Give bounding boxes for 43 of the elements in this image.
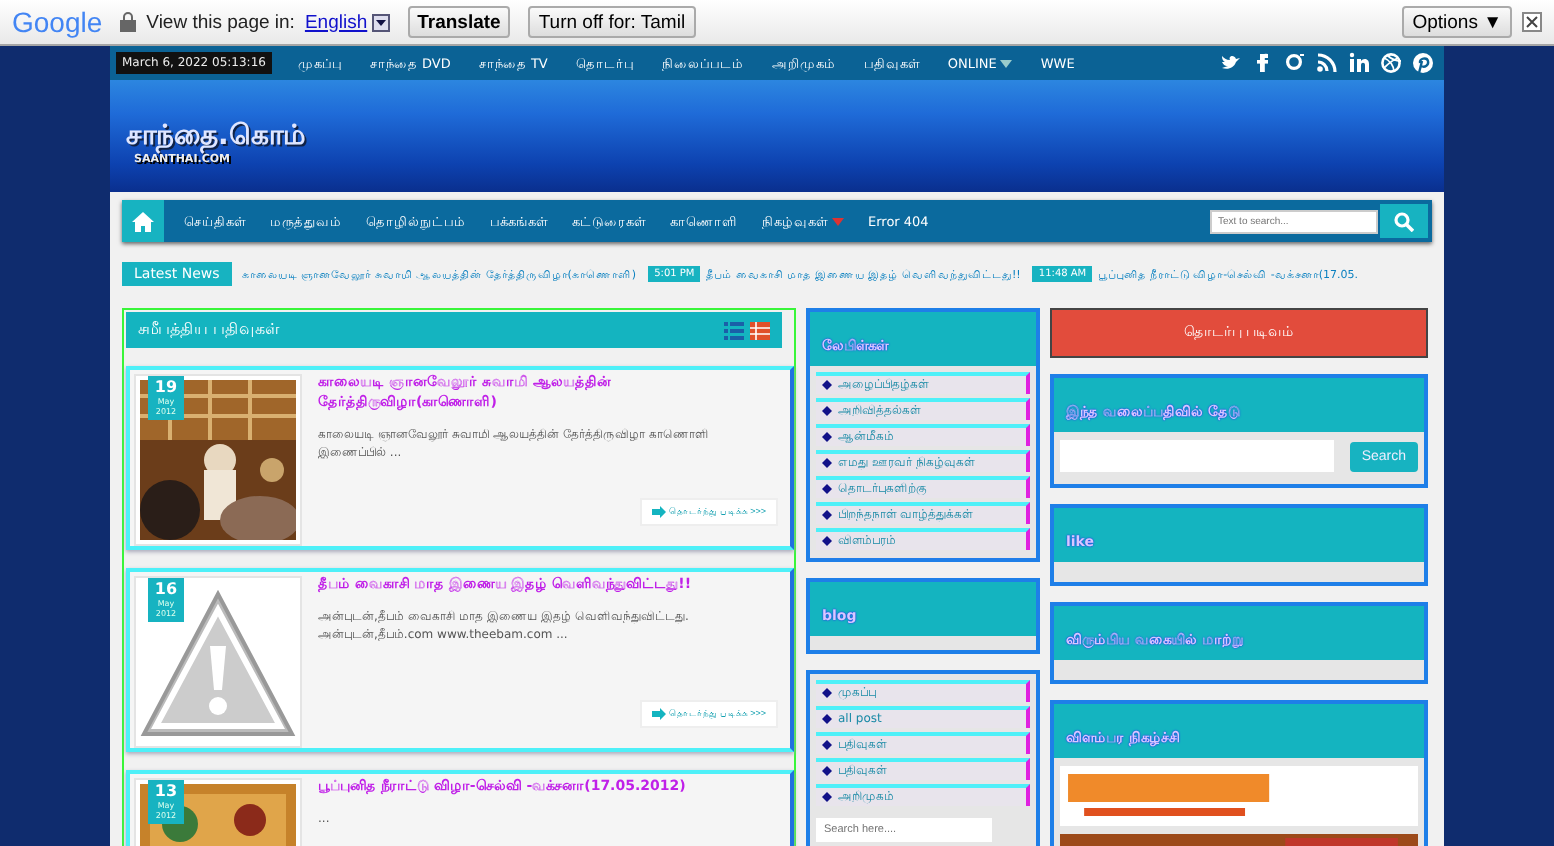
home-icon <box>132 211 154 231</box>
bullet-icon <box>822 510 832 520</box>
translate-button[interactable]: Translate <box>407 6 511 38</box>
date-day: 19 <box>154 380 178 396</box>
dropdown-icon <box>371 13 390 31</box>
bullet-icon <box>822 458 832 468</box>
bullet-icon <box>822 380 832 390</box>
search-icon <box>1394 211 1414 231</box>
bullet-icon <box>822 406 832 416</box>
bullet-icon <box>822 688 832 698</box>
pinterest-icon <box>1412 52 1434 74</box>
options-button[interactable]: Options ▼ <box>1402 6 1512 38</box>
list-view-icon <box>724 321 744 339</box>
arrow-icon <box>651 708 666 720</box>
bullet-icon <box>822 766 832 776</box>
bullet-icon <box>822 484 832 494</box>
site-title[interactable]: சாந்தை.கொம் <box>126 119 1428 153</box>
rss-icon <box>1316 52 1338 74</box>
linkedin-icon <box>1348 52 1370 74</box>
facebook-icon <box>1252 52 1274 74</box>
search-field[interactable] <box>1060 440 1334 472</box>
bullet-icon <box>822 792 832 802</box>
section-title: சமீபத்திய பதிவுகள் <box>138 320 280 340</box>
arrow-icon <box>651 506 666 518</box>
bird-icon <box>1220 52 1242 74</box>
search-button[interactable] <box>1380 204 1428 238</box>
bullet-icon <box>822 536 832 546</box>
date-day: 16 <box>154 582 178 598</box>
bullet-icon <box>822 432 832 442</box>
google-logo: Google <box>12 6 103 38</box>
home-button[interactable] <box>122 200 164 242</box>
dribbble-icon <box>1380 52 1402 74</box>
caret-icon <box>832 217 844 225</box>
date-day: 13 <box>154 784 178 800</box>
lock-icon <box>120 12 137 32</box>
translate-prompt: View this page in: <box>146 11 295 33</box>
grid-view-icon <box>750 321 770 339</box>
caret-icon <box>1000 59 1013 67</box>
bullet-icon <box>822 740 832 750</box>
translate-button[interactable]: Turn off for: Tamil <box>528 6 696 38</box>
bullet-icon <box>822 714 832 724</box>
language-link[interactable]: English <box>304 11 368 33</box>
close-icon <box>1522 12 1542 32</box>
